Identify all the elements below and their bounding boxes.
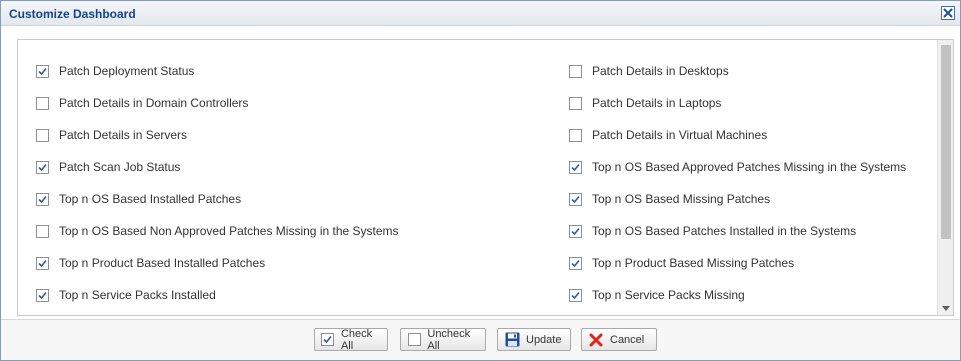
- widget-option[interactable]: Patch Scan Job Status: [36, 159, 180, 175]
- cancel-button[interactable]: Cancel: [581, 328, 657, 351]
- update-button[interactable]: Update: [497, 328, 571, 351]
- checkbox-checked[interactable]: [569, 256, 582, 270]
- widget-option-label: Patch Details in Laptops: [592, 96, 722, 110]
- scroll-thumb[interactable]: [941, 45, 951, 239]
- button-bar: Check All Uncheck All Update Cancel: [1, 319, 960, 360]
- widget-option-label: Top n Product Based Missing Patches: [592, 256, 795, 270]
- widget-option-label: Top n Product Based Installed Patches: [59, 256, 266, 270]
- widget-option-label: Top n Service Packs Missing: [592, 288, 745, 302]
- widget-option[interactable]: Top n Product Based Installed Patches: [36, 255, 265, 271]
- close-icon: [943, 8, 953, 18]
- widget-option-label: Patch Details in Virtual Machines: [592, 128, 768, 142]
- checkbox-checked[interactable]: [569, 192, 582, 206]
- cancel-label: Cancel: [610, 333, 645, 346]
- widget-option-label: Top n OS Based Missing Patches: [592, 192, 771, 206]
- widget-option-label: Patch Details in Desktops: [592, 64, 729, 78]
- check-all-button[interactable]: Check All: [314, 327, 388, 352]
- checkbox-checked[interactable]: [569, 224, 582, 238]
- widget-option-label: Top n OS Based Installed Patches: [59, 192, 242, 206]
- widget-option[interactable]: Top n Service Packs Installed: [36, 287, 216, 303]
- checkbox-unchecked[interactable]: [36, 96, 49, 110]
- uncheck-all-label: Uncheck All: [427, 327, 471, 352]
- checkbox-checked[interactable]: [36, 256, 49, 270]
- widget-option-label: Patch Details in Servers: [59, 128, 188, 142]
- widget-option[interactable]: Top n OS Based Non Approved Patches Miss…: [36, 223, 399, 239]
- widget-option[interactable]: Top n OS Based Missing Patches: [569, 191, 770, 207]
- widget-option-label: Patch Scan Job Status: [59, 160, 181, 174]
- widget-option[interactable]: Top n Product Based Missing Patches: [569, 255, 794, 271]
- checkbox-unchecked[interactable]: [36, 224, 49, 238]
- widget-option[interactable]: Patch Details in Laptops: [569, 95, 721, 111]
- update-label: Update: [526, 333, 562, 346]
- checkbox-checked[interactable]: [36, 64, 49, 78]
- widget-list: Patch Deployment Status Patch Details in …: [18, 40, 938, 315]
- widget-option-label: Patch Deployment Status: [59, 64, 195, 78]
- check-all-label: Check All: [340, 327, 373, 352]
- widget-option[interactable]: Top n OS Based Installed Patches: [36, 191, 241, 207]
- floppy-disk-icon: [504, 332, 520, 348]
- widget-option[interactable]: Top n Service Packs Missing: [569, 287, 745, 303]
- checkbox-checked[interactable]: [36, 288, 49, 302]
- uncheck-all-button[interactable]: Uncheck All: [400, 327, 486, 352]
- widget-option[interactable]: Top n OS Based Patches Installed in the …: [569, 223, 856, 239]
- checkbox-checked[interactable]: [569, 160, 582, 174]
- close-button[interactable]: [941, 6, 955, 20]
- title-bar: Customize Dashboard: [1, 1, 960, 26]
- vertical-scrollbar[interactable]: [937, 40, 953, 315]
- widget-option-label: Top n OS Based Approved Patches Missing …: [592, 160, 907, 174]
- widget-list-panel: Patch Deployment Status Patch Details in …: [17, 39, 954, 316]
- dialog-title: Customize Dashboard: [9, 7, 136, 21]
- arrow-down-icon: [941, 305, 950, 311]
- widget-option-label: Patch Details in Domain Controllers: [59, 96, 249, 110]
- checkbox-checked[interactable]: [569, 288, 582, 302]
- widget-option-label: Top n Service Packs Installed: [59, 288, 216, 302]
- checkbox-unchecked[interactable]: [569, 96, 582, 110]
- checkbox-checked[interactable]: [36, 160, 49, 174]
- checkbox-unchecked[interactable]: [569, 128, 582, 142]
- checkbox-checked[interactable]: [36, 192, 49, 206]
- scroll-down-button[interactable]: [938, 301, 953, 315]
- widget-option-label: Top n OS Based Non Approved Patches Miss…: [59, 224, 399, 238]
- red-x-icon: [588, 332, 604, 348]
- customize-dashboard-dialog: Customize Dashboard Patch Deployment Sta…: [0, 0, 961, 361]
- widget-option[interactable]: Patch Details in Virtual Machines: [569, 127, 767, 143]
- widget-option-label: Top n OS Based Patches Installed in the …: [592, 224, 857, 238]
- widget-option[interactable]: Top n OS Based Approved Patches Missing …: [569, 159, 906, 175]
- widget-option[interactable]: Patch Deployment Status: [36, 63, 194, 79]
- widget-option[interactable]: Patch Details in Domain Controllers: [36, 95, 248, 111]
- checkbox-unchecked[interactable]: [36, 128, 49, 142]
- checkbox-unchecked[interactable]: [569, 64, 582, 78]
- checked-checkbox-icon: [321, 332, 335, 348]
- unchecked-checkbox-icon: [407, 332, 421, 348]
- widget-option[interactable]: Patch Details in Servers: [36, 127, 187, 143]
- widget-option[interactable]: Patch Details in Desktops: [569, 63, 729, 79]
